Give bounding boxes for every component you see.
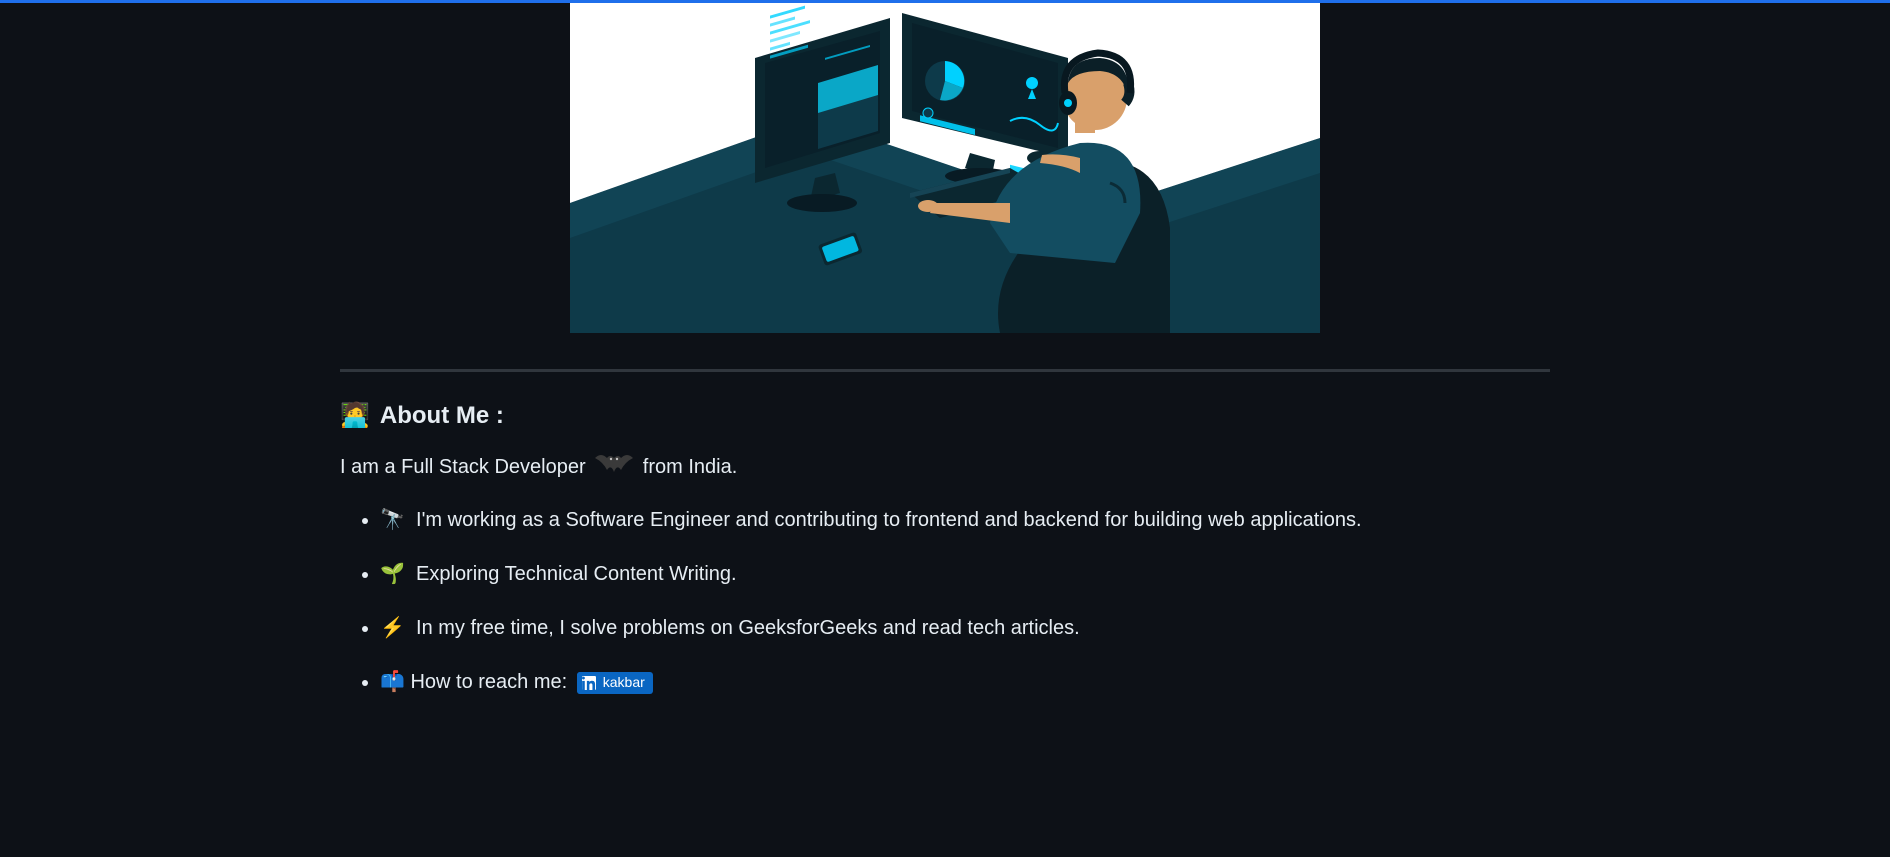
about-list: 🔭 I'm working as a Software Engineer and… bbox=[340, 505, 1550, 697]
list-item: ⚡ In my free time, I solve problems on G… bbox=[380, 613, 1550, 643]
intro-suffix: from India. bbox=[643, 456, 737, 478]
mailbox-emoji-icon: 📫 bbox=[380, 667, 405, 697]
section-divider bbox=[340, 369, 1550, 372]
hero-section bbox=[340, 3, 1550, 333]
list-item: 🔭 I'm working as a Software Engineer and… bbox=[380, 505, 1550, 535]
about-me-heading-text: About Me : bbox=[380, 398, 504, 434]
linkedin-badge[interactable]: kakbar bbox=[577, 672, 653, 694]
bat-icon bbox=[595, 452, 633, 483]
content-area: 🧑‍💻 About Me : I am a Full Stack Develop… bbox=[324, 3, 1566, 697]
list-item-text: In my free time, I solve problems on Gee… bbox=[416, 617, 1080, 639]
list-item: 🌱 Exploring Technical Content Writing. bbox=[380, 559, 1550, 589]
list-item-text: Exploring Technical Content Writing. bbox=[416, 563, 737, 585]
list-item-text: I'm working as a Software Engineer and c… bbox=[416, 509, 1362, 531]
intro-prefix: I am a Full Stack Developer bbox=[340, 456, 586, 478]
linkedin-badge-label: kakbar bbox=[601, 672, 653, 693]
linkedin-icon bbox=[577, 672, 601, 694]
about-me-heading: 🧑‍💻 About Me : bbox=[340, 398, 1550, 434]
technologist-emoji-icon: 🧑‍💻 bbox=[340, 398, 370, 434]
list-item-reach: 📫 How to reach me: kakbar bbox=[380, 667, 1550, 697]
reach-text: How to reach me: bbox=[410, 671, 567, 693]
seedling-emoji-icon: 🌱 bbox=[380, 559, 405, 589]
intro-paragraph: I am a Full Stack Developer from India. bbox=[340, 452, 1550, 483]
developer-illustration bbox=[570, 3, 1320, 333]
telescope-emoji-icon: 🔭 bbox=[380, 505, 405, 535]
zap-emoji-icon: ⚡ bbox=[380, 613, 405, 643]
